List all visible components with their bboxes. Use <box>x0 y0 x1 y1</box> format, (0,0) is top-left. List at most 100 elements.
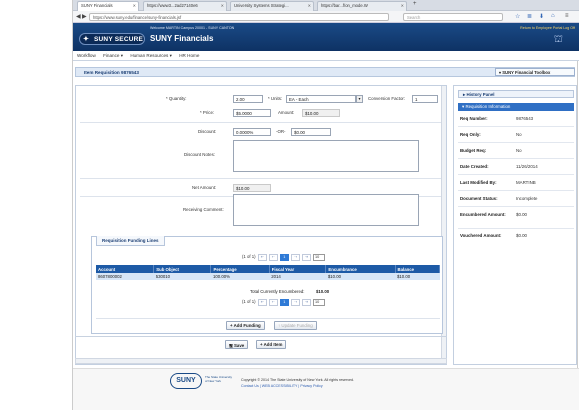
conversion-factor-label: Conversion Factor: <box>368 96 406 101</box>
col-account[interactable]: Account <box>96 265 155 273</box>
col-encumbrance[interactable]: Encumbrance <box>325 265 396 273</box>
browser-nav-bar: ◀ ▶ https://www.suny.edu/finance/suny-fi… <box>73 11 579 23</box>
new-tab-icon[interactable]: + <box>413 1 417 7</box>
units-select[interactable]: EA - Each <box>286 95 356 103</box>
menu-item-hr-home[interactable]: HR Home <box>179 53 199 58</box>
divider <box>458 126 574 127</box>
funding-actions: + Add Funding ↑ Update Funding <box>96 318 440 331</box>
discount-label: Discount: <box>198 129 217 134</box>
cell-account: 8607800002 <box>96 273 154 280</box>
menu-item-finance[interactable]: Finance ▾ <box>103 53 123 58</box>
back-icon[interactable]: ◀ <box>76 13 81 20</box>
net-amount-label: Net Amount: <box>192 185 217 190</box>
page-size-select[interactable]: 10 <box>313 299 326 306</box>
prev-page-icon[interactable]: ⇠ <box>268 254 278 261</box>
tab-label: SUNY Financials <box>81 3 113 8</box>
total-encumbered-label: Total Currently Encumbered: <box>250 289 305 294</box>
discount-percent-input[interactable]: 0.0000% <box>233 128 271 136</box>
page-title: Item Requisition 9876543 <box>84 70 139 75</box>
table-row[interactable]: 8607800002 530010 100.00% 2014 $10.00 $1… <box>96 273 440 280</box>
bookmark-star-icon[interactable]: ☆ <box>515 13 520 20</box>
add-funding-button[interactable]: + Add Funding <box>226 321 265 330</box>
horizontal-scrollbar[interactable] <box>75 358 447 364</box>
req-number-value: 9876543 <box>516 116 534 121</box>
page-size-select[interactable]: 10 <box>313 254 326 261</box>
first-page-icon[interactable]: ⇤ <box>257 299 267 306</box>
add-item-button[interactable]: + Add Item <box>256 340 287 349</box>
col-balance[interactable]: Balance <box>395 265 441 273</box>
page-footer: SUNY The State University of New York Co… <box>73 368 579 410</box>
req-only-value: No <box>516 132 522 137</box>
col-percentage[interactable]: Percentage <box>210 265 270 273</box>
download-icon[interactable]: ⬇ <box>539 13 544 20</box>
history-panel-header[interactable]: ▸ History Panel <box>458 90 574 98</box>
forward-icon[interactable]: ▶ <box>82 13 87 20</box>
last-modified-label: Last Modified By: <box>460 180 497 185</box>
chevron-down-icon[interactable]: ▾ <box>356 95 363 103</box>
document-status-label: Document Status: <box>460 196 498 201</box>
price-label: * Price: <box>200 110 215 115</box>
close-icon[interactable]: ✕ <box>308 3 311 8</box>
welcome-text: Welcome MARTIN Campus 20001 - SUNY CANTO… <box>150 26 235 30</box>
receiving-comment-label: Receiving Comment: <box>183 207 224 212</box>
last-page-icon[interactable]: ⇥ <box>301 299 311 306</box>
col-sub-object[interactable]: Sub Object <box>153 265 212 273</box>
toolbox-label: SUNY Financial Toolbox <box>502 70 551 75</box>
pager-text: (1 of 1) <box>242 299 256 304</box>
requisition-info-header[interactable]: ▾ Requisition Information <box>458 103 574 111</box>
browser-tab[interactable]: https://bar...f/on_mode.W ✕ <box>317 1 407 11</box>
divider <box>458 206 574 207</box>
last-page-icon[interactable]: ⇥ <box>301 254 311 261</box>
reading-list-icon[interactable]: ≣ <box>527 13 532 20</box>
home-icon[interactable]: ⌂ <box>551 13 555 19</box>
menu-icon[interactable]: ≡ <box>565 13 569 19</box>
net-amount-field: $10.00 <box>233 184 271 192</box>
browser-tab[interactable]: https://www3...2ad27140e6 ✕ <box>143 1 227 11</box>
encumbered-amount-label: Encumbered Amount: <box>460 212 506 217</box>
col-fiscal-year[interactable]: Fiscal Year <box>269 265 327 273</box>
save-button[interactable]: 🖫 Save <box>225 340 249 349</box>
close-icon[interactable]: ✕ <box>401 3 404 8</box>
divider <box>458 174 574 175</box>
browser-search-field[interactable]: Search <box>403 13 503 21</box>
browser-tab[interactable]: University Systems Strategi... ✕ <box>230 1 314 11</box>
page-number[interactable]: 1 <box>279 254 289 261</box>
header-links[interactable]: Return to Employee Portal Log Off <box>520 26 575 30</box>
amount-label: Amount: <box>278 110 295 115</box>
prev-page-icon[interactable]: ⇠ <box>268 299 278 306</box>
discount-notes-textarea[interactable] <box>233 140 419 172</box>
discount-amount-input[interactable]: $0.00 <box>291 128 331 136</box>
footer-links[interactable]: Contact Us | WEB ACCESSIBILITY | Privacy… <box>241 384 323 388</box>
quantity-input[interactable]: 2.00 <box>233 95 263 103</box>
next-page-icon[interactable]: ⇢ <box>290 299 300 306</box>
financial-toolbox-button[interactable]: ▾ SUNY Financial Toolbox <box>495 68 575 76</box>
main-menu: Workflow Finance ▾ Human Resources ▾ HR … <box>73 51 579 61</box>
units-label: * Units: <box>268 96 283 101</box>
tab-label: https://www3...2ad27140e6 <box>147 3 198 8</box>
menu-item-human-resources[interactable]: Human Resources ▾ <box>130 53 172 58</box>
cell-encumbrance: $10.00 <box>325 273 396 280</box>
quantity-label: * Quantity: <box>166 96 187 101</box>
first-page-icon[interactable]: ⇤ <box>257 254 267 261</box>
budget-req-value: No <box>516 148 522 153</box>
conversion-factor-input[interactable]: 1 <box>412 95 438 103</box>
discount-notes-label: Discount Notes: <box>184 152 215 157</box>
req-number-label: Req Number: <box>460 116 488 121</box>
receiving-comment-textarea[interactable] <box>233 194 419 226</box>
close-icon[interactable]: ✕ <box>133 3 136 8</box>
page: SUNY Financials ✕ https://www3...2ad27140… <box>0 0 580 410</box>
close-icon[interactable]: ✕ <box>221 3 224 8</box>
next-page-icon[interactable]: ⇢ <box>290 254 300 261</box>
menu-item-workflow[interactable]: Workflow <box>77 53 96 58</box>
update-funding-button[interactable]: ↑ Update Funding <box>274 321 317 330</box>
star-icon: ✦ <box>83 36 90 43</box>
funding-lines-title: Requisition Funding Lines <box>96 236 165 246</box>
cell-balance: $10.00 <box>395 273 440 280</box>
price-input[interactable]: $5.0000 <box>233 109 271 117</box>
url-field[interactable]: https://www.suny.edu/finance/suny-financ… <box>89 13 389 21</box>
page-number[interactable]: 1 <box>279 299 289 306</box>
save-label: Save <box>233 343 245 348</box>
logo-text: SUNY SECURE <box>94 36 144 43</box>
browser-tab[interactable]: SUNY Financials ✕ <box>77 1 139 11</box>
date-created-label: Date Created: <box>460 164 489 169</box>
